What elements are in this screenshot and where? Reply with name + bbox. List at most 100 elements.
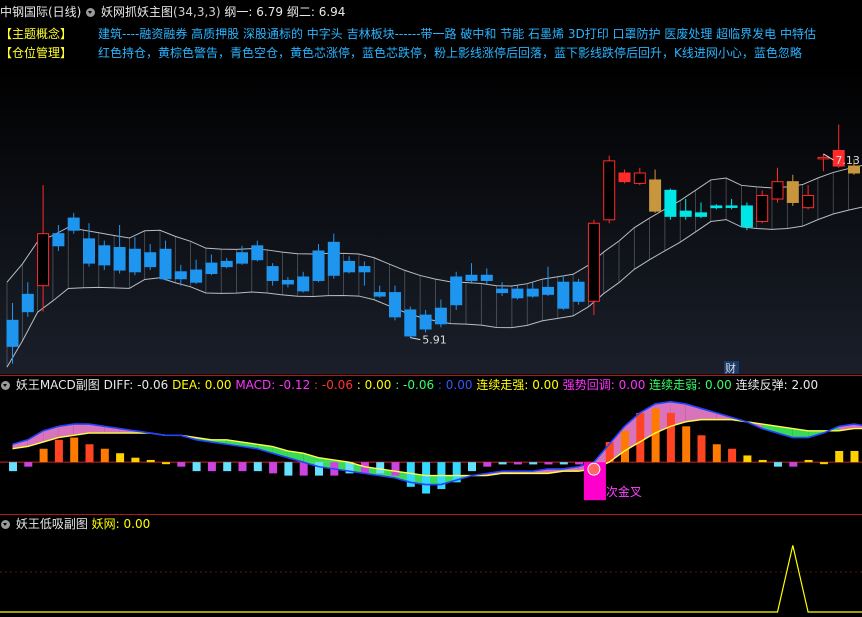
macd-bar <box>422 462 431 494</box>
macd-bar <box>223 462 232 472</box>
macd-bar <box>498 462 507 465</box>
macd-bar <box>850 450 859 463</box>
candle-body <box>37 233 50 287</box>
candle-body <box>710 205 723 209</box>
s4-value: 2.00 <box>791 378 819 392</box>
macd-title[interactable]: 妖王MACD副图 <box>16 378 100 392</box>
candle-body <box>848 165 860 174</box>
candle-body <box>786 181 799 203</box>
macd-bar <box>728 448 737 463</box>
badge-label: 财 <box>725 361 736 375</box>
dea-line <box>12 418 862 477</box>
candle-body <box>236 252 248 264</box>
candle-body <box>756 195 769 223</box>
low-header: 妖王低吸副图 妖网: 0.00 <box>0 516 150 532</box>
candle-body <box>603 160 616 221</box>
macd-bar <box>253 462 262 472</box>
chevron-down-icon[interactable] <box>1 381 10 390</box>
candle-body <box>251 245 264 261</box>
macd-bar <box>513 462 522 465</box>
macd-bar <box>483 462 492 467</box>
cross-annotation: 次金叉 <box>606 484 642 499</box>
macd-bar <box>177 462 186 467</box>
s2-value: 0.00 <box>618 378 646 392</box>
macd-bar <box>468 462 476 472</box>
macd-bar <box>299 462 308 476</box>
macd-bar <box>54 439 63 463</box>
pane-divider-1[interactable] <box>0 375 862 376</box>
macd-bar <box>284 462 293 476</box>
high-label: 7.13 <box>835 154 860 167</box>
macd-bar <box>712 444 721 463</box>
macd-bar <box>666 412 675 463</box>
candle-body <box>6 319 19 347</box>
macd-bar <box>376 462 385 474</box>
candle-body <box>664 189 677 217</box>
low-label: 5.91 <box>422 334 447 347</box>
candle-body <box>190 269 203 283</box>
candle-body <box>419 314 432 330</box>
s3-value: 0.00 <box>705 378 732 392</box>
candle-body <box>526 288 539 297</box>
macd-bar <box>804 459 813 463</box>
macd-bar <box>544 462 553 465</box>
candle-body <box>312 250 325 281</box>
candle-body <box>83 238 95 264</box>
macd-bar <box>131 457 140 463</box>
candle-body <box>511 288 524 299</box>
macd-bar <box>207 462 216 472</box>
candle-body <box>496 288 509 294</box>
chevron-down-icon[interactable] <box>1 520 10 529</box>
macd-bar <box>24 462 33 467</box>
candle-body <box>725 205 738 208</box>
macd-bar <box>819 462 828 465</box>
candle-body <box>649 179 662 212</box>
v3: : -0.06 <box>395 378 435 392</box>
macd-bar <box>70 437 79 463</box>
macd-bar <box>835 450 844 463</box>
v1: : -0.06 <box>314 378 353 392</box>
low-value: 0.00 <box>123 517 151 531</box>
candle-body <box>695 212 707 217</box>
s3-label: 连续走弱: <box>649 378 702 392</box>
candle-body <box>358 266 371 273</box>
candle-body <box>266 266 279 281</box>
candle-body <box>587 222 600 302</box>
candle-body <box>450 276 463 306</box>
macd-bar <box>559 462 568 465</box>
candle-body <box>373 292 386 297</box>
macd-bar <box>391 462 400 476</box>
candle-body <box>220 260 233 268</box>
candle-body <box>434 307 447 325</box>
s2-label: 强势回调: <box>562 378 615 392</box>
macd-bar <box>743 455 752 463</box>
candle-body <box>817 156 830 160</box>
candle-body <box>771 181 784 200</box>
macd-value: -0.12 <box>279 378 311 392</box>
candle-body <box>618 172 631 183</box>
candle-body <box>205 262 218 275</box>
s1-label: 连续走强: <box>476 378 529 392</box>
v2: : 0.00 <box>356 378 392 392</box>
candle-body <box>740 205 753 228</box>
candle-body <box>802 195 815 209</box>
candle-body <box>480 274 493 281</box>
cross-marker-dot <box>587 462 601 476</box>
macd-bar <box>682 426 691 463</box>
low-label: 妖网: <box>91 517 120 531</box>
diff-label: DIFF: <box>103 378 134 392</box>
macd-bar <box>39 448 48 463</box>
s4-label: 连续反弹: <box>735 378 788 392</box>
candle-body <box>542 286 554 295</box>
candle-body <box>128 248 141 273</box>
candle-body <box>633 172 646 184</box>
pane-divider-2[interactable] <box>0 514 862 515</box>
diff-line <box>12 400 862 486</box>
macd-bar <box>162 462 170 465</box>
candle-body <box>297 276 310 292</box>
low-title[interactable]: 妖王低吸副图 <box>16 517 88 531</box>
candle-body <box>113 247 126 271</box>
candle-body <box>21 293 34 313</box>
macd-bar <box>697 435 706 463</box>
macd-bar <box>651 408 660 463</box>
